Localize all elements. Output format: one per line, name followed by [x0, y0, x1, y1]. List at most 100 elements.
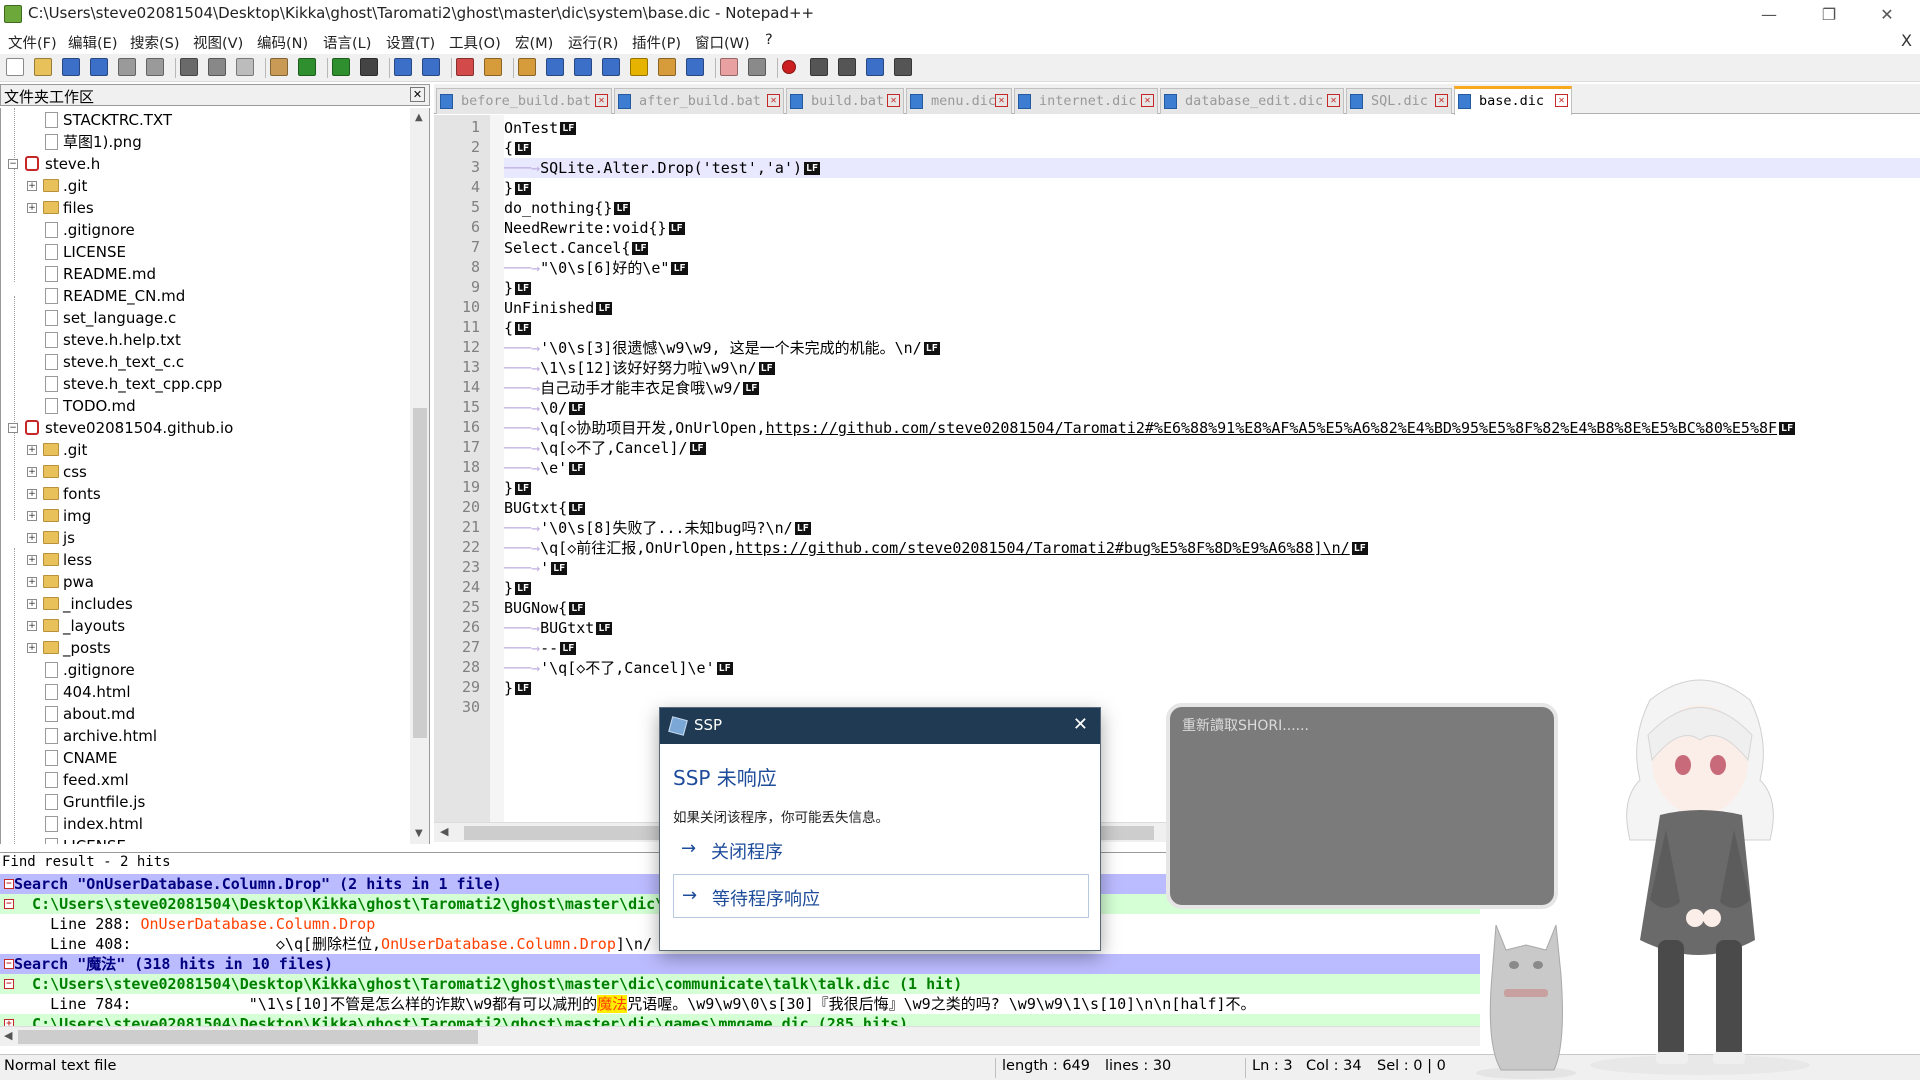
tab-internet-dic[interactable]: internet.dic ✕ — [1014, 88, 1158, 114]
sync-v-icon[interactable] — [484, 58, 502, 76]
collapse-icon[interactable]: − — [8, 159, 18, 169]
expand-icon[interactable]: + — [27, 577, 37, 587]
run-macro-multiple-icon[interactable] — [866, 58, 884, 76]
tab-close-icon[interactable]: ✕ — [1327, 94, 1340, 107]
code-line[interactable]: UnFinished LF — [504, 298, 613, 318]
code-line[interactable]: ───→' LF — [504, 558, 568, 578]
tree-item[interactable]: .gitignore — [1, 659, 410, 681]
tree-item[interactable]: + css — [1, 461, 410, 483]
code-line[interactable]: ───→\1\s[12]该好好努力啦\w9\n/LF — [504, 358, 775, 378]
record-macro-icon[interactable] — [782, 60, 796, 74]
tree-item[interactable]: + _includes — [1, 593, 410, 615]
tree-item[interactable]: 草图1).png — [1, 131, 410, 153]
udl-icon[interactable] — [630, 58, 648, 76]
expand-icon[interactable]: + — [27, 599, 37, 609]
find-result-row[interactable]: − C:\Users\steve02081504\Desktop\Kikka\g… — [0, 974, 1480, 994]
tab-database-edit-dic[interactable]: database_edit.dic ✕ — [1160, 88, 1344, 114]
tree-item[interactable]: index.html — [1, 813, 410, 835]
find-result-row[interactable]: − Search "魔法" (318 hits in 10 files) — [0, 954, 1480, 974]
tree-scrollbar[interactable]: ▲ ▼ — [410, 108, 430, 844]
copy-icon[interactable] — [236, 58, 254, 76]
collapse-icon[interactable]: − — [4, 959, 14, 969]
tree-item[interactable]: + files — [1, 197, 410, 219]
menu-encoding[interactable]: 编码(N) — [257, 32, 308, 53]
code-line[interactable]: ───→自己动手才能丰衣足食哦\w9/LF — [504, 378, 760, 398]
tree-item[interactable]: LICENSE — [1, 835, 410, 844]
code-line[interactable]: ───→BUGtxt LF — [504, 618, 613, 638]
find-hscrollbar[interactable]: ◀ — [0, 1026, 1480, 1046]
paste-icon[interactable] — [270, 58, 288, 76]
tree-item[interactable]: + _layouts — [1, 615, 410, 637]
expand-icon[interactable]: + — [27, 445, 37, 455]
code-line[interactable]: BUGNow{LF — [504, 598, 586, 618]
close-window-button[interactable]: ✕ — [1864, 0, 1910, 28]
restore-button[interactable]: ❐ — [1806, 0, 1852, 28]
tree-item[interactable]: README_CN.md — [1, 285, 410, 307]
tab-close-icon[interactable]: ✕ — [595, 94, 608, 107]
menu-window[interactable]: 窗口(W) — [695, 32, 750, 53]
tree-item[interactable]: TODO.md — [1, 395, 410, 417]
tree-item[interactable]: + less — [1, 549, 410, 571]
save-all-icon[interactable] — [90, 58, 108, 76]
tree-item[interactable]: STACKTRC.TXT — [1, 109, 410, 131]
collapse-icon[interactable]: − — [4, 879, 14, 889]
tab-base-dic[interactable]: base.dic ✕ — [1454, 86, 1572, 115]
show-all-chars-icon[interactable] — [574, 58, 592, 76]
menu-run[interactable]: 运行(R) — [568, 32, 618, 53]
code-line[interactable]: ───→'\0\s[3]很遗憾\w9\w9, 这是一个未完成的机能。\n/LF — [504, 338, 940, 358]
tree-item[interactable]: LICENSE — [1, 241, 410, 263]
close-all-icon[interactable] — [146, 58, 164, 76]
code-line[interactable]: ───→\e' LF — [504, 458, 586, 478]
tree-item[interactable]: − steve.h — [1, 153, 410, 175]
tree-item[interactable]: + pwa — [1, 571, 410, 593]
scroll-left-icon[interactable]: ◀ — [4, 1029, 12, 1042]
expand-icon[interactable]: + — [27, 511, 37, 521]
tree-item[interactable]: feed.xml — [1, 769, 410, 791]
code-link[interactable]: https://github.com/steve02081504/Taromat… — [736, 539, 1350, 557]
tree-item[interactable]: README.md — [1, 263, 410, 285]
code-line[interactable]: ───→'\q[◇不了,Cancel]\e' LF — [504, 658, 733, 678]
menu-file[interactable]: 文件(F) — [8, 32, 57, 53]
code-line[interactable]: do_nothing{} LF — [504, 198, 631, 218]
tree-item[interactable]: archive.html — [1, 725, 410, 747]
play-macro-icon[interactable] — [838, 58, 856, 76]
close-document-icon[interactable]: X — [1901, 31, 1912, 50]
replace-icon[interactable] — [394, 58, 412, 76]
tab-close-icon[interactable]: ✕ — [1555, 94, 1568, 107]
tree-item[interactable]: + fonts — [1, 483, 410, 505]
menu-settings[interactable]: 设置(T) — [386, 32, 435, 53]
expand-icon[interactable]: + — [27, 467, 37, 477]
code-line[interactable]: } LF — [504, 478, 532, 498]
tab-close-icon[interactable]: ✕ — [887, 94, 900, 107]
code-line[interactable]: } LF — [504, 678, 532, 698]
tree-item[interactable]: 404.html — [1, 681, 410, 703]
scroll-up-icon[interactable]: ▲ — [415, 112, 423, 123]
indent-guide-icon[interactable] — [602, 58, 620, 76]
tree-item[interactable]: + img — [1, 505, 410, 527]
scroll-left-icon[interactable]: ◀ — [440, 825, 448, 838]
code-line[interactable]: } LF — [504, 278, 532, 298]
close-panel-icon[interactable]: ✕ — [410, 87, 425, 102]
tree-item[interactable]: + .git — [1, 439, 410, 461]
collapse-icon[interactable]: − — [8, 423, 18, 433]
close-icon[interactable] — [118, 58, 136, 76]
expand-icon[interactable]: + — [27, 643, 37, 653]
expand-icon[interactable]: + — [27, 533, 37, 543]
tab-build-bat[interactable]: build.bat ✕ — [786, 88, 904, 114]
tab-close-icon[interactable]: ✕ — [995, 94, 1008, 107]
tree-item[interactable]: steve.h_text_c.c — [1, 351, 410, 373]
code-line[interactable]: OnTest LF — [504, 118, 577, 138]
collapse-icon[interactable]: − — [4, 979, 14, 989]
menu-language[interactable]: 语言(L) — [323, 32, 371, 53]
tree-item[interactable]: steve.h_text_cpp.cpp — [1, 373, 410, 395]
expand-icon[interactable]: + — [27, 181, 37, 191]
monitor-icon[interactable] — [748, 58, 766, 76]
code-line[interactable]: } LF — [504, 578, 532, 598]
tab-close-icon[interactable]: ✕ — [1435, 94, 1448, 107]
tab-sql-dic[interactable]: SQL.dic ✕ — [1346, 88, 1452, 114]
expand-icon[interactable]: + — [4, 1019, 14, 1026]
find-icon[interactable] — [360, 58, 378, 76]
collapse-icon[interactable]: − — [4, 899, 14, 909]
minimize-button[interactable]: — — [1746, 0, 1792, 28]
code-line[interactable]: ───→\q[◇协助项目开发,OnUrlOpen,https://github.… — [504, 418, 1796, 438]
